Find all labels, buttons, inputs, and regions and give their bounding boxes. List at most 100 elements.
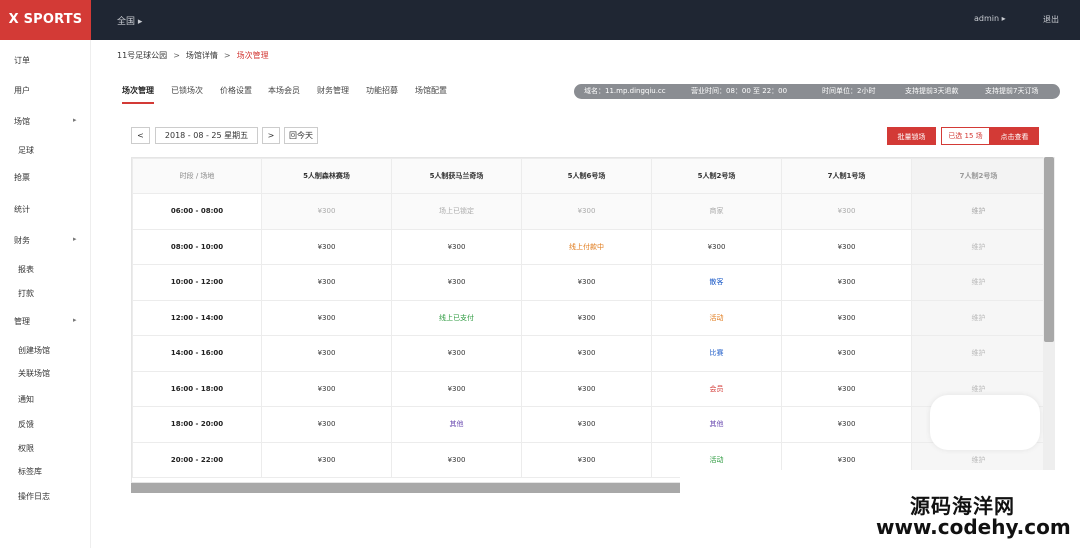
slot-cell[interactable]: ¥300	[521, 299, 652, 336]
user-menu[interactable]: admin ▸	[974, 14, 1006, 23]
slot-cell[interactable]: 散客	[651, 264, 782, 301]
slot-cell[interactable]: 线上付款中	[521, 228, 652, 265]
slot-cell[interactable]: 维护	[911, 264, 1043, 301]
slot-cell[interactable]: 线上已支付	[391, 299, 522, 336]
sidebar-item[interactable]: 抢票	[0, 167, 91, 187]
sidebar-item[interactable]: 标签库	[0, 461, 91, 481]
slot-cell[interactable]: 维护	[911, 299, 1043, 336]
sidebar-item[interactable]: 统计	[0, 199, 91, 219]
tab[interactable]: 已锁场次	[171, 82, 203, 104]
region-selector[interactable]: 全国 ▸	[117, 14, 142, 27]
slot-cell[interactable]: ¥300	[781, 264, 912, 301]
slot-cell[interactable]: 其他	[391, 406, 522, 443]
sidebar-item[interactable]: 打款	[0, 283, 91, 303]
slot-cell[interactable]: ¥300	[261, 299, 392, 336]
selected-count-badge[interactable]: 已选 15 场	[941, 127, 990, 145]
sidebar-item[interactable]: 足球	[0, 140, 91, 160]
sidebar-item[interactable]: 创建场馆	[0, 340, 91, 360]
breadcrumb-item-venue[interactable]: 场馆详情	[186, 51, 218, 60]
sidebar-item-label: 财务	[14, 236, 30, 245]
sidebar-item[interactable]: 关联场馆	[0, 363, 91, 383]
info-text: 支持提前7天订场	[985, 87, 1039, 95]
slot-cell[interactable]: ¥300	[391, 441, 522, 478]
slot-cell[interactable]: ¥300	[391, 335, 522, 372]
next-day-button[interactable]: >	[262, 127, 280, 144]
slot-cell[interactable]: ¥300	[781, 228, 912, 265]
view-selected-button[interactable]: 点击查看	[990, 127, 1039, 145]
slot-cell[interactable]: ¥300	[261, 370, 392, 407]
vertical-scrollbar-thumb[interactable]	[1044, 157, 1054, 342]
slot-cell[interactable]: 比赛	[651, 335, 782, 372]
prev-day-button[interactable]: <	[131, 127, 150, 144]
sidebar-item[interactable]: 用户	[0, 80, 91, 100]
slot-cell[interactable]: ¥300	[781, 193, 912, 230]
slot-cell[interactable]: ¥300	[391, 264, 522, 301]
slot-cell[interactable]: ¥300	[521, 193, 652, 230]
sidebar-item[interactable]: 通知	[0, 389, 91, 409]
slot-cell[interactable]: ¥300	[261, 264, 392, 301]
schedule-table: 时段 / 场地 5人制森林赛场 5人制获马兰奇场 5人制6号场 5人制2号场 7人制1号场…	[131, 157, 1044, 483]
slot-cell[interactable]: 维护	[911, 335, 1043, 372]
info-text: 时间单位：2小时	[822, 87, 876, 95]
tab[interactable]: 财务管理	[317, 82, 349, 104]
sidebar-item[interactable]: 权限	[0, 438, 91, 458]
sidebar-item[interactable]: 场馆 ▸	[0, 111, 91, 131]
tab[interactable]: 场馆配置	[415, 82, 447, 104]
sidebar-item-label: 抢票	[14, 173, 30, 182]
slot-cell[interactable]: ¥300	[651, 228, 782, 265]
slot-cell[interactable]: 会员	[651, 370, 782, 407]
slot-cell[interactable]: ¥300	[261, 335, 392, 372]
slot-cell[interactable]: ¥300	[391, 370, 522, 407]
sidebar-item[interactable]: 操作日志	[0, 486, 91, 506]
slot-cell[interactable]: 维护	[911, 228, 1043, 265]
sidebar-item[interactable]: 订单	[0, 50, 91, 70]
chevron-right-icon: ▸	[73, 116, 77, 124]
time-slot-label: 16:00 - 18:00	[132, 370, 262, 407]
slot-cell[interactable]: ¥300	[521, 335, 652, 372]
slot-cell[interactable]: ¥300	[781, 299, 912, 336]
date-picker[interactable]: 2018 - 08 - 25 星期五	[155, 127, 258, 144]
slot-cell[interactable]: ¥300	[781, 335, 912, 372]
batch-lock-button[interactable]: 批量锁场	[887, 127, 936, 145]
tab[interactable]: 功能招募	[366, 82, 398, 104]
breadcrumb-separator: >	[223, 51, 231, 60]
slot-cell[interactable]: ¥300	[781, 370, 912, 407]
column-header: 5人制2号场	[651, 158, 782, 194]
sidebar-item[interactable]: 报表	[0, 259, 91, 279]
horizontal-scrollbar[interactable]	[131, 483, 680, 493]
breadcrumb-item-park[interactable]: 11号足球公园	[117, 51, 167, 60]
slot-cell[interactable]: ¥300	[261, 406, 392, 443]
floating-bubble	[930, 395, 1040, 450]
slot-cell[interactable]: 维护	[911, 193, 1043, 230]
slot-cell[interactable]: ¥300	[261, 193, 392, 230]
slot-cell[interactable]: 场上已锁定	[391, 193, 522, 230]
breadcrumb-separator: >	[173, 51, 180, 60]
slot-cell[interactable]: 活动	[651, 299, 782, 336]
sidebar-item[interactable]: 反馈	[0, 414, 91, 434]
column-header: 7人制2号场	[911, 158, 1043, 194]
sidebar-item-label: 用户	[14, 86, 30, 95]
slot-cell[interactable]: 商家	[651, 193, 782, 230]
logout-link[interactable]: 退出	[1043, 14, 1059, 25]
tab[interactable]: 价格设置	[220, 82, 252, 104]
tab[interactable]: 本场会员	[268, 82, 300, 104]
slot-cell[interactable]: ¥300	[391, 228, 522, 265]
sidebar-item-label: 场馆	[14, 117, 30, 126]
slot-cell[interactable]: ¥300	[261, 441, 392, 478]
slot-cell[interactable]: ¥300	[261, 228, 392, 265]
sidebar-item[interactable]: 财务 ▸	[0, 230, 91, 250]
slot-cell[interactable]: ¥300	[521, 441, 652, 478]
slot-cell[interactable]: ¥300	[781, 406, 912, 443]
slot-cell[interactable]: ¥300	[521, 264, 652, 301]
tab[interactable]: 场次管理	[122, 82, 154, 104]
slot-cell[interactable]: ¥300	[521, 406, 652, 443]
column-header: 5人制获马兰奇场	[391, 158, 522, 194]
slot-cell[interactable]: ¥300	[521, 370, 652, 407]
vertical-scrollbar[interactable]	[1043, 157, 1055, 483]
app-logo[interactable]: X SPORTS	[0, 0, 91, 40]
time-slot-label: 18:00 - 20:00	[132, 406, 262, 443]
sidebar: 订单 用户 场馆 ▸ 足球 抢票 统计 财务 ▸ 报表 打款 管理 ▸ 创建场馆 关联场馆 通知 反馈 权限 标签库…	[0, 40, 91, 548]
today-button[interactable]: 回今天	[284, 127, 318, 144]
sidebar-item[interactable]: 管理 ▸	[0, 311, 91, 331]
slot-cell[interactable]: 其他	[651, 406, 782, 443]
